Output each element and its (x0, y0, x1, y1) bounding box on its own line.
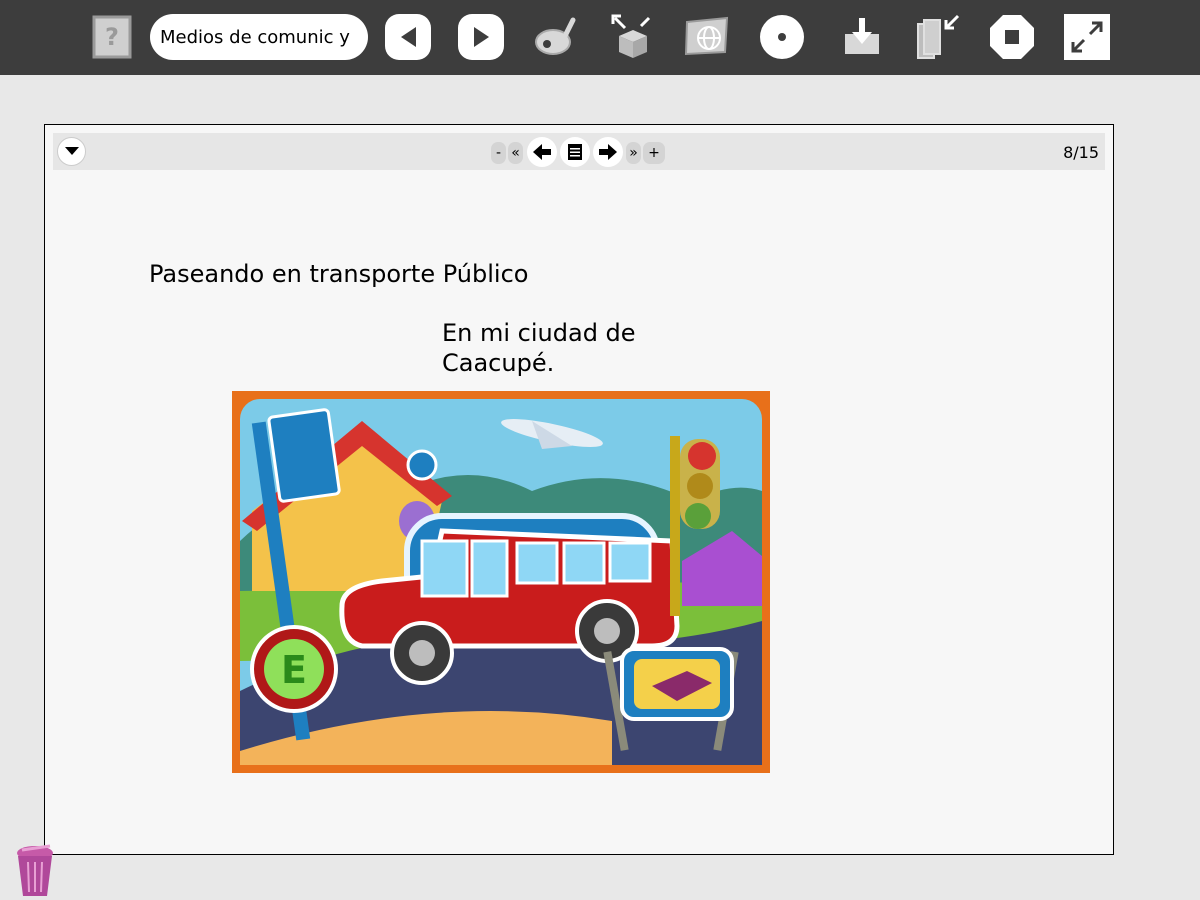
first-slide-button[interactable]: « (508, 142, 523, 164)
arrow-left-icon (533, 144, 551, 160)
last-slide-button[interactable]: » (626, 142, 641, 164)
arrow-right-icon (599, 144, 617, 160)
fullscreen-button[interactable] (1064, 14, 1110, 60)
top-toolbar: ? Medios de comunic y (0, 0, 1200, 75)
record-button[interactable] (759, 14, 805, 60)
journal-import-button[interactable] (914, 14, 960, 60)
stop-icon (990, 15, 1034, 59)
zoom-out-button[interactable]: - (491, 142, 506, 164)
help-icon: ? (92, 15, 132, 59)
previous-slide-button[interactable] (527, 137, 557, 167)
fullscreen-icon (1064, 14, 1110, 60)
share-box-button[interactable] (609, 14, 655, 60)
journal-import-icon (917, 14, 960, 59)
stop-button[interactable] (989, 14, 1035, 60)
list-icon (568, 144, 582, 160)
back-icon (385, 14, 431, 60)
zoom-in-button[interactable]: + (643, 142, 665, 164)
slide-subtitle-line-1: En mi ciudad de (442, 319, 636, 347)
slide-list-button[interactable] (560, 137, 590, 167)
forward-button[interactable] (458, 14, 504, 60)
forward-icon (458, 14, 504, 60)
download-button[interactable] (839, 14, 885, 60)
paint-icon (535, 17, 576, 55)
help-button[interactable]: ? (89, 14, 135, 60)
share-box-icon (611, 14, 651, 58)
back-button[interactable] (385, 14, 431, 60)
download-icon (845, 18, 879, 54)
web-map-icon (684, 16, 729, 56)
trash-icon[interactable] (14, 844, 56, 898)
slide-canvas: - « » + 8/15 Paseando en transporte Públ… (44, 124, 1114, 855)
slide-subtitle: En mi ciudad de Caacupé. (442, 318, 636, 378)
next-slide-button[interactable] (593, 137, 623, 167)
slide-title: Paseando en transporte Público (149, 260, 529, 288)
paint-button[interactable] (533, 14, 579, 60)
slide-navigation-bar: - « » + 8/15 (53, 133, 1105, 170)
chevron-down-icon (64, 147, 79, 155)
bus-illustration: E (232, 391, 770, 773)
record-icon (760, 15, 804, 59)
slide-subtitle-line-2: Caacupé. (442, 349, 555, 377)
activity-title-text: Medios de comunic y (160, 26, 350, 48)
web-map-button[interactable] (684, 14, 730, 60)
page-counter: 8/15 (1063, 143, 1099, 162)
slide-menu-button[interactable] (57, 137, 86, 166)
activity-title-field[interactable]: Medios de comunic y (150, 14, 368, 60)
svg-text:?: ? (105, 23, 119, 51)
svg-text:E: E (281, 648, 307, 692)
